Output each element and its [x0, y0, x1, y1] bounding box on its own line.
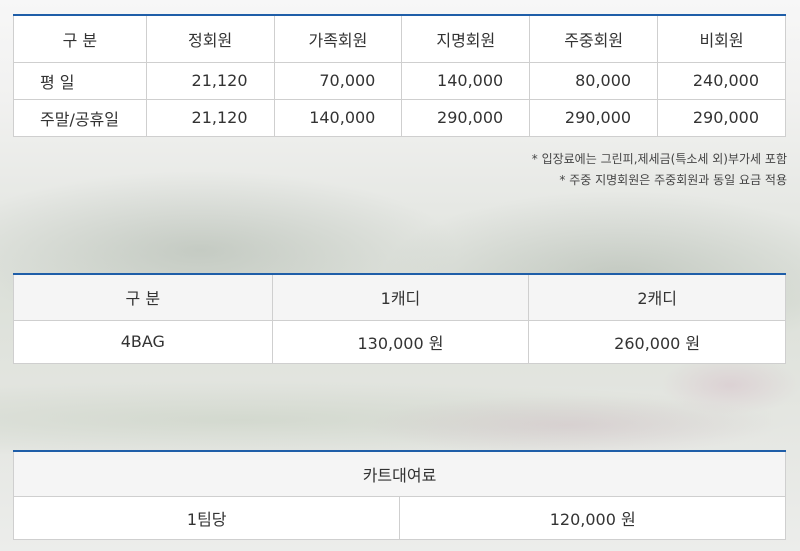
row-label-weekday: 평 일 — [13, 61, 147, 100]
header-non-member: 비회원 — [657, 14, 786, 63]
table-row: 주말/공휴일 21,120 140,000 290,000 290,000 29… — [13, 98, 786, 137]
fee-cell: 70,000 — [273, 61, 403, 100]
header-category: 구 분 — [13, 14, 147, 63]
fee-cell: 240,000 — [657, 61, 786, 100]
row-label-weekend: 주말/공휴일 — [13, 98, 147, 137]
cart-fee-table: 카트대여료 1팀당 120,000 원 — [12, 450, 786, 540]
fee-cell: 290,000 — [401, 98, 531, 137]
fee-cell: 140,000 — [273, 98, 403, 137]
fee-notes: * 입장료에는 그린피,제세금(특소세 외)부가세 포함 * 주중 지명회원은 … — [532, 149, 787, 191]
fee-cell: 140,000 — [401, 61, 531, 100]
cart-fee-title: 카트대여료 — [13, 450, 786, 497]
fee-cell: 260,000 원 — [528, 319, 786, 364]
member-fee-header-row: 구 분 정회원 가족회원 지명회원 주중회원 비회원 — [13, 14, 786, 63]
note-line: * 입장료에는 그린피,제세금(특소세 외)부가세 포함 — [531, 152, 787, 166]
caddie-header-row: 구 분 1캐디 2캐디 — [13, 273, 786, 321]
fee-cell: 290,000 — [657, 98, 786, 137]
fee-cell: 21,120 — [145, 61, 275, 100]
header-category: 구 분 — [13, 273, 273, 321]
header-two-caddie: 2캐디 — [528, 273, 786, 321]
header-regular-member: 정회원 — [145, 14, 275, 63]
fee-cell: 80,000 — [529, 61, 659, 100]
table-row: 1팀당 120,000 원 — [12, 495, 786, 540]
table-row: 4BAG 130,000 원 260,000 원 — [13, 319, 786, 364]
cart-header-row: 카트대여료 — [13, 450, 786, 497]
caddie-fee-table: 구 분 1캐디 2캐디 4BAG 130,000 원 260,000 원 — [13, 273, 786, 364]
header-one-caddie: 1캐디 — [271, 273, 530, 321]
fee-cell: 120,000 원 — [399, 495, 786, 540]
table-row: 평 일 21,120 70,000 140,000 80,000 240,000 — [13, 61, 786, 100]
header-weekday-member: 주중회원 — [529, 14, 659, 63]
note-line: * 주중 지명회원은 주중회원과 동일 요금 적용 — [559, 173, 787, 187]
row-label-per-team: 1팀당 — [12, 495, 401, 540]
fee-cell: 290,000 — [529, 98, 659, 137]
header-designated-member: 지명회원 — [401, 14, 531, 63]
fee-cell: 130,000 원 — [271, 319, 530, 364]
fee-cell: 21,120 — [145, 98, 275, 137]
row-label-4bag: 4BAG — [13, 319, 273, 364]
header-family-member: 가족회원 — [273, 14, 403, 63]
member-fee-table: 구 분 정회원 가족회원 지명회원 주중회원 비회원 평 일 21,120 70… — [13, 14, 786, 137]
